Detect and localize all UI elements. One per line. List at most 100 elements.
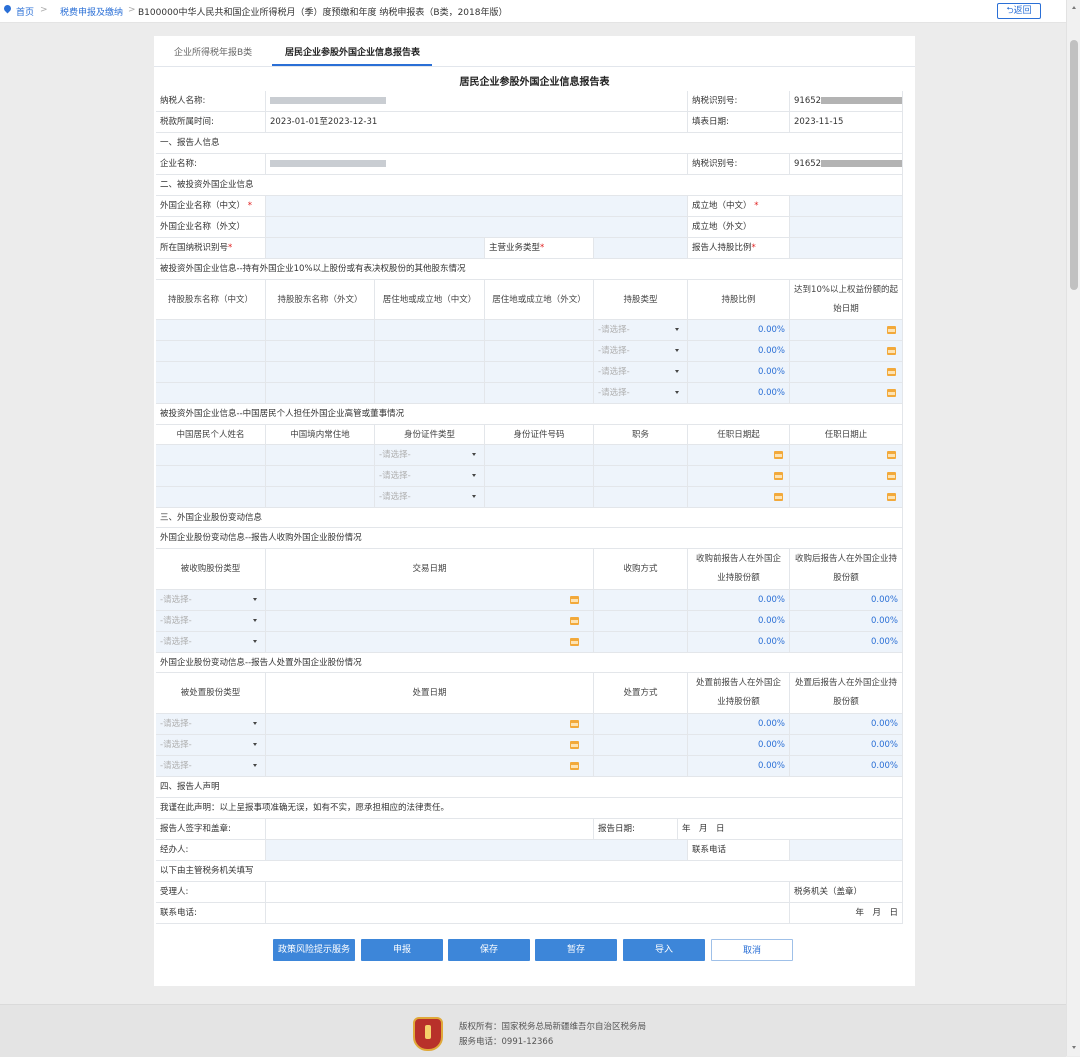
acquisition-method-input[interactable] [594, 590, 688, 611]
sh-row-cell[interactable] [266, 362, 375, 383]
est-place-en-input[interactable] [790, 217, 903, 238]
before-share-value[interactable]: 0.00% [688, 735, 790, 756]
sh-row-cell[interactable] [266, 320, 375, 341]
disposal-date-input[interactable] [266, 735, 594, 756]
calendar-icon[interactable] [570, 638, 579, 646]
scroll-up-icon[interactable] [1072, 6, 1076, 9]
trade-date-input[interactable] [266, 590, 594, 611]
policy-risk-button[interactable]: 政策风险提示服务 [273, 939, 355, 961]
calendar-icon[interactable] [887, 326, 896, 334]
after-share-value[interactable]: 0.00% [790, 714, 903, 735]
holding-type-select[interactable]: -请选择- [594, 383, 688, 404]
ex-row-cell[interactable] [266, 487, 375, 508]
disposal-date-input[interactable] [266, 756, 594, 777]
term-end-input[interactable] [790, 487, 903, 508]
holding-ratio-input[interactable] [790, 238, 903, 259]
calendar-icon[interactable] [774, 472, 783, 480]
calendar-icon[interactable] [570, 720, 579, 728]
id-type-select[interactable]: -请选择- [375, 466, 485, 487]
calendar-icon[interactable] [887, 389, 896, 397]
sh-row-cell[interactable] [266, 383, 375, 404]
disposal-method-input[interactable] [594, 714, 688, 735]
main-business-input[interactable] [594, 238, 688, 259]
calendar-icon[interactable] [887, 451, 896, 459]
sh-row-cell[interactable] [375, 341, 485, 362]
ex-row-cell[interactable] [485, 445, 594, 466]
sh-row-cell[interactable] [375, 362, 485, 383]
after-share-value[interactable]: 0.00% [790, 735, 903, 756]
foreign-name-en-input[interactable] [266, 217, 688, 238]
handler-input[interactable] [266, 840, 688, 861]
ex-row-cell[interactable] [594, 487, 688, 508]
sh-row-cell[interactable] [485, 320, 594, 341]
breadcrumb-home[interactable]: 首页 [16, 5, 34, 18]
scroll-down-icon[interactable] [1072, 1046, 1076, 1049]
ex-row-cell[interactable] [594, 466, 688, 487]
holding-ratio-value[interactable]: 0.00% [688, 320, 790, 341]
tab-foreign-enterprise-report[interactable]: 居民企业参股外国企业信息报告表 [285, 45, 420, 58]
term-start-input[interactable] [688, 445, 790, 466]
acquired-share-type-select[interactable]: -请选择- [156, 590, 266, 611]
sh-row-cell[interactable] [156, 320, 266, 341]
start-date-input[interactable] [790, 320, 903, 341]
term-start-input[interactable] [688, 466, 790, 487]
sh-row-cell[interactable] [375, 320, 485, 341]
acquisition-method-input[interactable] [594, 611, 688, 632]
trade-date-input[interactable] [266, 611, 594, 632]
disposed-share-type-select[interactable]: -请选择- [156, 756, 266, 777]
acquisition-method-input[interactable] [594, 632, 688, 653]
sh-row-cell[interactable] [156, 341, 266, 362]
calendar-icon[interactable] [570, 741, 579, 749]
id-type-select[interactable]: -请选择- [375, 445, 485, 466]
calendar-icon[interactable] [774, 451, 783, 459]
scrollbar-thumb[interactable] [1070, 40, 1078, 290]
sh-row-cell[interactable] [156, 362, 266, 383]
foreign-name-cn-input[interactable] [266, 196, 688, 217]
ex-row-cell[interactable] [156, 445, 266, 466]
ex-row-cell[interactable] [485, 487, 594, 508]
after-share-value[interactable]: 0.00% [790, 611, 903, 632]
declare-button[interactable]: 申报 [361, 939, 443, 961]
ex-row-cell[interactable] [594, 445, 688, 466]
tab-annual-report-b[interactable]: 企业所得税年报B类 [174, 45, 252, 58]
calendar-icon[interactable] [570, 762, 579, 770]
page-scrollbar[interactable] [1066, 0, 1080, 1056]
holding-ratio-value[interactable]: 0.00% [688, 341, 790, 362]
country-tax-id-input[interactable] [266, 238, 485, 259]
sh-row-cell[interactable] [266, 341, 375, 362]
before-share-value[interactable]: 0.00% [688, 714, 790, 735]
draft-button[interactable]: 暂存 [535, 939, 617, 961]
after-share-value[interactable]: 0.00% [790, 590, 903, 611]
holding-type-select[interactable]: -请选择- [594, 341, 688, 362]
import-button[interactable]: 导入 [623, 939, 705, 961]
disposal-method-input[interactable] [594, 735, 688, 756]
cancel-button[interactable]: 取消 [711, 939, 793, 961]
calendar-icon[interactable] [887, 368, 896, 376]
holding-type-select[interactable]: -请选择- [594, 320, 688, 341]
sh-row-cell[interactable] [485, 341, 594, 362]
breadcrumb-tax-filing[interactable]: 税费申报及缴纳 [60, 5, 123, 18]
holding-ratio-value[interactable]: 0.00% [688, 362, 790, 383]
disposed-share-type-select[interactable]: -请选择- [156, 714, 266, 735]
calendar-icon[interactable] [570, 596, 579, 604]
calendar-icon[interactable] [887, 347, 896, 355]
disposal-date-input[interactable] [266, 714, 594, 735]
calendar-icon[interactable] [570, 617, 579, 625]
est-place-cn-input[interactable] [790, 196, 903, 217]
before-share-value[interactable]: 0.00% [688, 632, 790, 653]
after-share-value[interactable]: 0.00% [790, 756, 903, 777]
disposed-share-type-select[interactable]: -请选择- [156, 735, 266, 756]
term-end-input[interactable] [790, 445, 903, 466]
holding-type-select[interactable]: -请选择- [594, 362, 688, 383]
after-share-value[interactable]: 0.00% [790, 632, 903, 653]
before-share-value[interactable]: 0.00% [688, 590, 790, 611]
back-button[interactable]: ⮌返回 [997, 3, 1041, 19]
calendar-icon[interactable] [887, 493, 896, 501]
calendar-icon[interactable] [887, 472, 896, 480]
phone-input[interactable] [790, 840, 903, 861]
term-end-input[interactable] [790, 466, 903, 487]
before-share-value[interactable]: 0.00% [688, 756, 790, 777]
sh-row-cell[interactable] [485, 362, 594, 383]
start-date-input[interactable] [790, 362, 903, 383]
ex-row-cell[interactable] [485, 466, 594, 487]
